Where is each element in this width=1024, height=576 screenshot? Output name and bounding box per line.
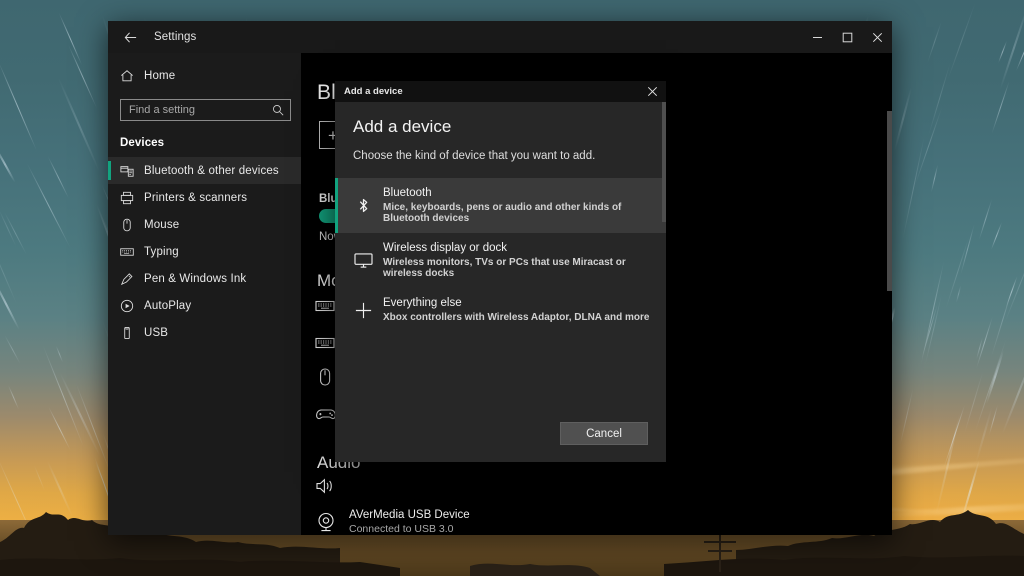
pen-icon (120, 272, 144, 286)
dialog-heading: Add a device (353, 117, 452, 136)
display-icon (348, 252, 378, 269)
device-option-title: Wireless display or dock (383, 242, 507, 254)
window-title: Settings (154, 31, 197, 43)
device-option-desc: Mice, keyboards, pens or audio and other… (383, 202, 622, 224)
sidebar-item-bluetooth-other-devices[interactable]: Bluetooth & other devices (108, 157, 301, 184)
sidebar-item-label: USB (144, 326, 169, 339)
settings-window: Settings Home Find a setting Devices Blu… (108, 21, 892, 535)
close-button[interactable] (862, 21, 892, 53)
home-icon (120, 69, 144, 83)
device-option-text: Bluetooth Mice, keyboards, pens or audio… (383, 187, 650, 224)
plus-icon (348, 301, 378, 320)
bluetooth-icon (348, 197, 378, 214)
sidebar-item-autoplay[interactable]: AutoPlay (108, 292, 301, 319)
dialog-scrollbar-thumb[interactable] (662, 102, 666, 222)
sidebar-item-home[interactable]: Home (108, 61, 301, 91)
bluetooth-devices-icon (120, 164, 144, 178)
sidebar-item-mouse[interactable]: Mouse (108, 211, 301, 238)
device-option-desc: Xbox controllers with Wireless Adaptor, … (383, 312, 650, 323)
dialog-titlebar: Add a device (335, 81, 666, 102)
list-item[interactable]: AVerMedia USB Device Connected to USB 3.… (315, 509, 470, 535)
device-option-text: Everything else Xbox controllers with Wi… (383, 297, 649, 323)
device-option-desc: Wireless monitors, TVs or PCs that use M… (383, 257, 626, 279)
main-scrollbar[interactable] (887, 53, 892, 535)
dialog-subheading: Choose the kind of device that you want … (353, 150, 596, 162)
dialog-header: Add a device Choose the kind of device t… (335, 102, 666, 162)
device-option-title: Bluetooth (383, 187, 432, 199)
cancel-button[interactable]: Cancel (560, 422, 648, 445)
list-item-sub: Connected to USB 3.0 (349, 523, 454, 535)
keyboard-icon (120, 245, 144, 259)
sidebar-item-label: Printers & scanners (144, 191, 248, 204)
device-option-title: Everything else (383, 297, 462, 309)
sidebar-section-heading: Devices (120, 137, 165, 149)
sidebar-item-usb[interactable]: USB (108, 319, 301, 346)
device-option-text: Wireless display or dock Wireless monito… (383, 242, 650, 279)
wallpaper-utility-pole-crossarm-2 (708, 550, 732, 552)
wallpaper-utility-pole-crossarm (704, 541, 736, 543)
sidebar-home-label: Home (144, 70, 176, 82)
usb-icon (120, 326, 144, 340)
webcam-icon (315, 511, 349, 533)
sidebar-item-label: Pen & Windows Ink (144, 272, 247, 285)
window-controls (802, 21, 892, 53)
sidebar-item-label: AutoPlay (144, 299, 192, 312)
speaker-icon (315, 476, 349, 496)
sidebar-item-label: Mouse (144, 218, 180, 231)
device-kind-list: Bluetooth Mice, keyboards, pens or audio… (335, 178, 666, 422)
maximize-button[interactable] (832, 21, 862, 53)
dialog-titlebar-label: Add a device (344, 86, 403, 97)
device-option-bluetooth[interactable]: Bluetooth Mice, keyboards, pens or audio… (335, 178, 666, 233)
dialog-footer: Cancel (335, 422, 666, 462)
printer-icon (120, 191, 144, 205)
search-icon[interactable] (269, 99, 287, 121)
list-item-text: AVerMedia USB Device Connected to USB 3.… (349, 509, 470, 535)
minimize-button[interactable] (802, 21, 832, 53)
search-box (120, 99, 291, 121)
close-icon[interactable] (638, 81, 666, 102)
mouse-icon (120, 218, 144, 232)
sidebar-item-printers-scanners[interactable]: Printers & scanners (108, 184, 301, 211)
search-input[interactable] (120, 99, 291, 121)
window-titlebar: Settings (108, 21, 892, 53)
settings-sidebar: Home Devices Bluetooth & other (108, 53, 301, 535)
list-item-name: AVerMedia USB Device (349, 509, 470, 521)
dialog-scrollbar[interactable] (662, 102, 666, 462)
add-a-device-dialog: Add a device Add a device Choose the kin… (335, 81, 666, 462)
sidebar-item-pen-windows-ink[interactable]: Pen & Windows Ink (108, 265, 301, 292)
device-option-wireless-display-or-dock[interactable]: Wireless display or dock Wireless monito… (335, 233, 666, 288)
sidebar-item-label: Bluetooth & other devices (144, 164, 279, 177)
sidebar-item-label: Typing (144, 245, 179, 258)
list-item[interactable] (315, 476, 349, 496)
autoplay-icon (120, 299, 144, 313)
scrollbar-thumb[interactable] (887, 111, 892, 291)
sidebar-item-typing[interactable]: Typing (108, 238, 301, 265)
device-option-everything-else[interactable]: Everything else Xbox controllers with Wi… (335, 288, 666, 332)
back-arrow-icon[interactable] (108, 21, 152, 53)
